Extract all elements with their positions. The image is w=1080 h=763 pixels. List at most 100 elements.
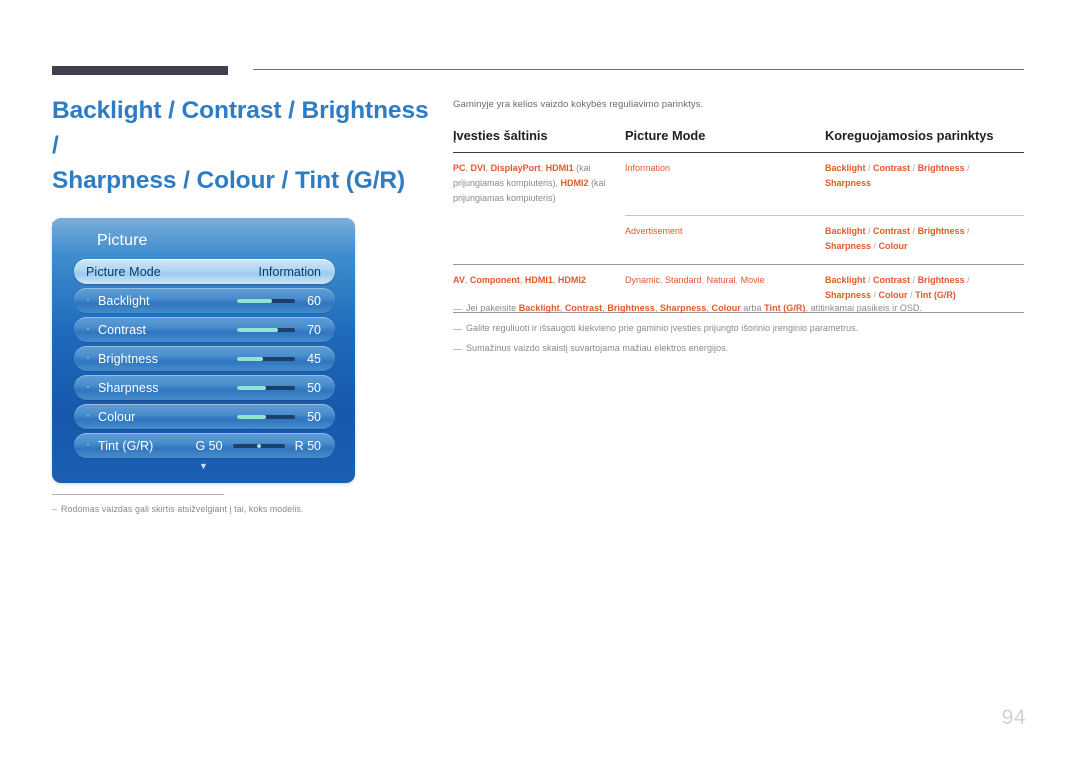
option-separator: / — [865, 226, 874, 237]
slider-track[interactable] — [237, 385, 295, 390]
cell-input-source — [453, 216, 625, 265]
option-separator: / — [907, 289, 916, 300]
tint-slider-track[interactable] — [232, 443, 285, 448]
cell-adjustable-options: Backlight / Contrast / Brightness / Shar… — [825, 153, 1024, 216]
text-fragment: HDMI2 — [560, 177, 589, 188]
option-name: Colour — [878, 289, 908, 300]
osd-row-value: 45 — [307, 351, 321, 366]
left-footnote-body: Rodomas vaizdas gali skirtis atsižvelgia… — [61, 504, 304, 514]
osd-row-colour[interactable]: · Colour 50 — [74, 404, 335, 429]
osd-row-tint-g-r[interactable]: · Tint (G/R) G 50 R 50 — [74, 433, 335, 458]
slider-track[interactable] — [237, 414, 295, 419]
picture-mode-name: Movie — [740, 274, 765, 285]
option-separator: / — [910, 163, 918, 173]
page-number: 94 — [1001, 706, 1026, 729]
option-name: Colour — [878, 240, 908, 251]
cell-input-source: PC, DVI, DisplayPort, HDMI1 (kai prijung… — [453, 153, 625, 216]
slider-fill — [237, 298, 272, 303]
option-separator: / — [910, 226, 918, 237]
option-name: Backlight — [825, 226, 866, 237]
text-fragment: Contrast — [564, 303, 603, 313]
osd-row-contrast[interactable]: · Contrast 70 — [74, 317, 335, 342]
osd-scroll-down-icon[interactable]: ▼ — [52, 462, 355, 471]
option-name: Backlight — [825, 163, 866, 173]
left-footnote-rule — [52, 494, 224, 495]
left-footnote-text: – Rodomas vaizdas gali skirtis atsižvelgi… — [52, 504, 412, 514]
text-fragment: AV — [453, 274, 465, 285]
osd-picture-panel: Picture Picture Mode Information · Backligh… — [52, 218, 355, 483]
option-separator: / — [964, 226, 970, 237]
footnote-text: Sumažinus vaizdo skaistį suvartojama maž… — [466, 343, 728, 353]
option-name: Sharpness — [825, 289, 872, 300]
cell-adjustable-options: Backlight / Contrast / Brightness / Shar… — [825, 215, 1024, 265]
text-fragment: DisplayPort — [490, 163, 541, 173]
option-name: Brightness — [917, 163, 965, 173]
cell-picture-mode: Information — [625, 153, 825, 216]
slider-fill — [237, 414, 266, 419]
picture-mode-name: Standard — [665, 274, 702, 285]
text-fragment: Component — [469, 274, 520, 285]
osd-row-sharpness[interactable]: · Sharpness 50 — [74, 375, 335, 400]
picture-mode-name: Advertisement — [625, 226, 683, 237]
table-row: PC, DVI, DisplayPort, HDMI1 (kai prijung… — [453, 153, 1024, 216]
header-rule-thick — [52, 66, 228, 75]
option-separator: / — [871, 289, 879, 300]
osd-row-label: Contrast — [98, 322, 147, 337]
option-separator: / — [865, 163, 874, 173]
osd-menu-list: Picture Mode Information · Backlight 60 · Cont… — [52, 259, 355, 458]
footnote-dash-icon — [453, 309, 462, 311]
header-rule-thin — [253, 69, 1024, 70]
cell-picture-mode: Advertisement — [625, 215, 825, 265]
text-fragment: , atitinkamai pasikeis ir OSD. — [805, 303, 923, 313]
option-name: Backlight — [825, 274, 866, 285]
osd-row-brightness[interactable]: · Brightness 45 — [74, 346, 335, 371]
text-fragment: Jei pakeisite — [466, 303, 519, 313]
table-row: Advertisement Backlight / Contrast / Brig… — [453, 215, 1024, 265]
table-header-row: Įvesties šaltinis Picture Mode Koreguoja… — [453, 128, 1024, 153]
osd-row-value: Information — [258, 264, 321, 279]
slider-fill — [237, 356, 264, 361]
page-title-line1: Backlight / Contrast / Brightness / — [52, 97, 429, 159]
osd-slider[interactable]: 45 — [237, 352, 321, 366]
left-footnote: – Rodomas vaizdas gali skirtis atsižvelgi… — [52, 494, 412, 514]
osd-row-label: Picture Mode — [86, 264, 161, 279]
tint-slider-knob[interactable] — [256, 443, 261, 448]
osd-row-picture-mode[interactable]: Picture Mode Information — [74, 259, 335, 284]
text-fragment: Sharpness — [659, 303, 707, 313]
osd-row-value: 50 — [307, 380, 321, 395]
option-separator: / — [910, 274, 918, 285]
slider-fill — [237, 385, 266, 390]
footnote-text: Jei pakeisite Backlight, Contrast, Brigh… — [466, 303, 922, 313]
option-name: Sharpness — [825, 177, 872, 188]
slider-track[interactable] — [237, 327, 295, 332]
picture-mode-name: Information — [625, 163, 671, 173]
osd-slider[interactable]: 50 — [237, 410, 321, 424]
text-fragment: HDMI1 — [545, 163, 574, 173]
footnote: Galite reguliuoti ir išsaugoti kiekvieno… — [453, 323, 1028, 333]
option-name: Sharpness — [825, 240, 872, 251]
option-separator: / — [871, 240, 879, 251]
left-footnote-dash: – — [52, 504, 57, 514]
footnote-text: Galite reguliuoti ir išsaugoti kiekvieno… — [466, 323, 858, 333]
text-fragment: DVI — [470, 163, 486, 173]
text-fragment: HDMI2 — [557, 274, 586, 285]
option-separator: / — [964, 274, 970, 285]
picture-options-table: Įvesties šaltinis Picture Mode Koreguoja… — [453, 128, 1024, 314]
footnote-dash-icon — [453, 349, 462, 351]
option-name: Contrast — [873, 274, 911, 285]
osd-tint-slider[interactable]: G 50 R 50 — [195, 439, 321, 453]
osd-row-label: Tint (G/R) — [98, 438, 154, 453]
option-name: Brightness — [917, 226, 965, 237]
osd-slider[interactable]: 50 — [237, 381, 321, 395]
slider-track[interactable] — [237, 298, 295, 303]
footnote: Jei pakeisite Backlight, Contrast, Brigh… — [453, 303, 1028, 313]
slider-fill — [237, 327, 278, 332]
osd-slider[interactable]: 70 — [237, 323, 321, 337]
right-footnotes: Jei pakeisite Backlight, Contrast, Brigh… — [453, 303, 1028, 363]
text-fragment: Sumažinus vaizdo skaistį suvartojama maž… — [466, 343, 729, 353]
osd-row-backlight[interactable]: · Backlight 60 — [74, 288, 335, 313]
osd-slider[interactable]: 60 — [237, 294, 321, 308]
osd-row-value: 50 — [307, 409, 321, 424]
slider-track[interactable] — [237, 356, 295, 361]
picture-mode-name: Dynamic — [625, 274, 661, 285]
